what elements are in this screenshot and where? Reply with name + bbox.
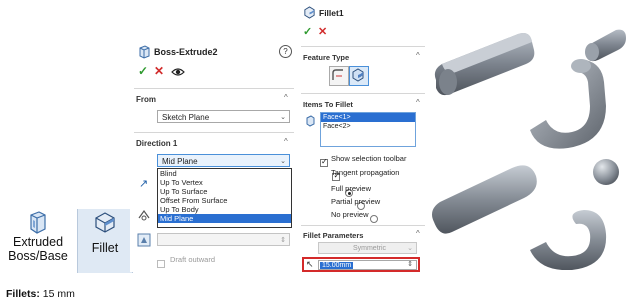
fillets-caption-label: Fillets: [6, 288, 40, 300]
end-condition-dropdown: Blind Up To Vertex Up To Surface Offset … [157, 168, 292, 228]
radius-icon: ↖ [306, 259, 314, 269]
fillet-type-face-button[interactable] [349, 66, 369, 86]
params-collapse-icon[interactable]: ^ [416, 229, 420, 238]
end-condition-value: Mid Plane [162, 157, 198, 166]
filleted-parts-render [432, 159, 619, 270]
list-item[interactable]: Face<2> [321, 122, 415, 131]
face-fillet-icon [352, 68, 364, 82]
no-preview-label: No preview [331, 210, 369, 219]
draft-icon[interactable] [137, 233, 151, 247]
end-condition-select[interactable]: Mid Plane ⌄ [157, 154, 290, 167]
partial-preview-label: Partial preview [331, 197, 381, 206]
option-up-to-surface[interactable]: Up To Surface [158, 187, 291, 196]
items-to-fillet-label: Items To Fillet [303, 100, 353, 109]
boss-feature-icon [139, 45, 150, 59]
symmetric-value: Symmetric [352, 245, 387, 252]
fillet-parameters-label: Fillet Parameters [303, 231, 364, 240]
hook-shape [530, 59, 606, 149]
radius-value: 15.00mm [320, 262, 354, 269]
fillet-label: Fillet [91, 241, 119, 255]
no-preview-radio[interactable] [369, 214, 378, 223]
cancel-x-icon[interactable]: ✕ [154, 64, 164, 78]
fillets-caption: Fillets: 15 mm [6, 288, 75, 300]
flat-bar-shape [434, 33, 535, 96]
chevron-down-icon: ⌄ [280, 114, 286, 121]
constant-radius-icon [332, 69, 343, 80]
rounded-hook-shape [530, 210, 607, 270]
feature-type-label: Feature Type [303, 53, 350, 62]
direction-section-label: Direction 1 [136, 139, 178, 148]
rounded-bar-shape [432, 165, 537, 234]
extruded-boss-base-button[interactable]: Extruded Boss/Base [0, 209, 76, 273]
help-icon[interactable]: ? [279, 45, 292, 58]
face-select-icon [306, 115, 315, 127]
depth-icon [138, 209, 150, 221]
spinner-icon[interactable]: ⇕ [280, 234, 286, 247]
extrude-icon [30, 211, 46, 234]
symmetric-select[interactable]: Symmetric ⌄ [318, 242, 417, 254]
preview-eye-icon[interactable] [171, 67, 185, 77]
fillet-panel: Fillet1 ✓ ✕ Feature Type ^ Items To Fill… [298, 0, 428, 272]
show-selection-toolbar-checkbox[interactable] [320, 157, 328, 167]
chevron-down-icon: ⌄ [280, 158, 286, 165]
draft-angle-input[interactable]: ⇕ [157, 233, 290, 246]
direction-collapse-icon[interactable]: ^ [284, 137, 288, 146]
items-listbox[interactable]: Face<1> Face<2> [320, 112, 416, 147]
fillets-caption-value: 15 mm [42, 288, 75, 300]
option-offset-from-surface[interactable]: Offset From Surface [158, 196, 291, 205]
feature-type-collapse-icon[interactable]: ^ [416, 51, 420, 60]
tangent-propagation-label: Tangent propagation [331, 168, 400, 177]
from-select-value: Sketch Plane [162, 113, 210, 122]
items-collapse-icon[interactable]: ^ [416, 98, 420, 107]
reverse-direction-icon[interactable]: ↗ [139, 177, 148, 190]
option-up-to-vertex[interactable]: Up To Vertex [158, 178, 291, 187]
option-mid-plane[interactable]: Mid Plane [158, 214, 291, 223]
show-selection-toolbar-label: Show selection toolbar [331, 154, 407, 163]
boss-panel-title: Boss-Extrude2 [154, 47, 218, 57]
fillet-panel-title: Fillet1 [319, 8, 344, 18]
option-blind[interactable]: Blind [158, 169, 291, 178]
extruded-label-line2: Boss/Base [8, 249, 68, 263]
feature-toolbar: Extruded Boss/Base Fillet [0, 209, 133, 273]
from-section-label: From [136, 95, 156, 104]
ok-check-icon[interactable]: ✓ [303, 25, 312, 38]
ok-check-icon[interactable]: ✓ [138, 64, 148, 78]
fillet-icon [95, 212, 115, 233]
boss-extrude-panel: Boss-Extrude2 ? ✓ ✕ From ^ Sketch Plane … [130, 40, 297, 272]
sphere-shape [593, 159, 619, 185]
option-up-to-body[interactable]: Up To Body [158, 205, 291, 214]
chevron-down-icon: ⌄ [407, 245, 413, 252]
from-collapse-icon[interactable]: ^ [284, 93, 288, 102]
fillet-feature-icon [304, 6, 315, 19]
draft-outward-label: Draft outward [170, 255, 216, 264]
extruded-label-line1: Extruded [12, 235, 64, 249]
from-select[interactable]: Sketch Plane ⌄ [157, 110, 290, 123]
draft-outward-checkbox[interactable] [157, 259, 165, 268]
fillet-type-constant-button[interactable] [329, 66, 349, 86]
fillet-button[interactable]: Fillet [77, 209, 133, 273]
spinner-icon[interactable]: ⇕ [407, 260, 413, 270]
cancel-x-icon[interactable]: ✕ [318, 25, 327, 38]
sharp-edge-parts-render [434, 29, 626, 149]
list-item[interactable]: Face<1> [321, 113, 415, 122]
radius-input[interactable]: 15.00mm ⇕ [318, 260, 417, 270]
full-preview-label: Full preview [331, 184, 372, 193]
pin-shape [585, 29, 626, 62]
